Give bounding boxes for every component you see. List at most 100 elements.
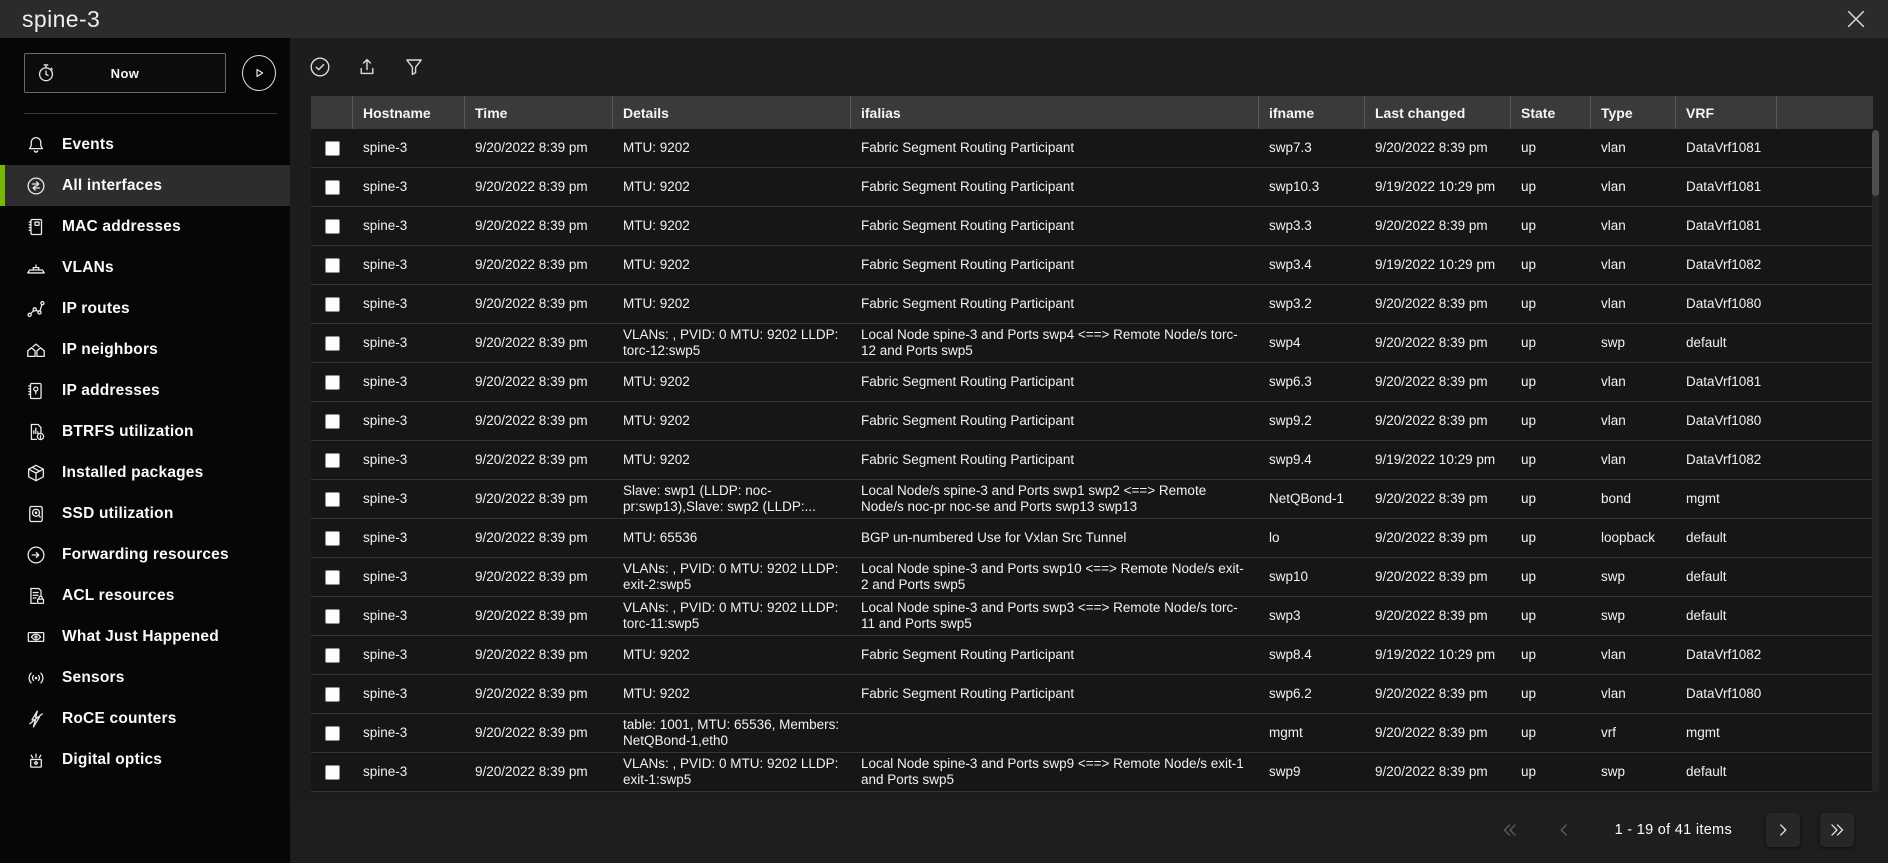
cell-ifname: swp7.3 — [1259, 129, 1365, 167]
prev-page-button[interactable] — [1547, 813, 1581, 847]
row-checkbox[interactable] — [325, 180, 340, 195]
row-checkbox[interactable] — [325, 648, 340, 663]
close-button[interactable] — [1838, 1, 1874, 37]
row-checkbox[interactable] — [325, 765, 340, 780]
table-row[interactable]: spine-39/20/2022 8:39 pmVLANs: , PVID: 0… — [311, 324, 1873, 363]
sidebar-item-ip-routes[interactable]: IP routes — [0, 288, 290, 329]
table-row[interactable]: spine-39/20/2022 8:39 pmMTU: 9202Fabric … — [311, 285, 1873, 324]
sidebar-item-acl-resources[interactable]: ACL resources — [0, 575, 290, 616]
row-checkbox[interactable] — [325, 609, 340, 624]
pagination-bar: 1 - 19 of 41 items — [290, 804, 1888, 856]
cell-ifname: lo — [1259, 519, 1365, 557]
sidebar-item-events[interactable]: Events — [0, 124, 290, 165]
ssd-disk-icon — [25, 503, 47, 525]
sidebar-item-ip-addresses[interactable]: IP addresses — [0, 370, 290, 411]
sidebar-item-what-just-happened[interactable]: What Just Happened — [0, 616, 290, 657]
sidebar-item-btrfs-utilization[interactable]: BTRFS utilization — [0, 411, 290, 452]
sidebar-item-mac-addresses[interactable]: MAC addresses — [0, 206, 290, 247]
row-checkbox[interactable] — [325, 219, 340, 234]
filter-button[interactable] — [398, 51, 430, 83]
column-header-state[interactable]: State — [1511, 96, 1591, 129]
cell-filler — [1777, 168, 1873, 206]
row-checkbox[interactable] — [325, 453, 340, 468]
sidebar-item-roce-counters[interactable]: RoCE counters — [0, 698, 290, 739]
sidebar-item-installed-packages[interactable]: Installed packages — [0, 452, 290, 493]
cell-type: vlan — [1591, 129, 1676, 167]
table-header-row: HostnameTimeDetailsifaliasifnameLast cha… — [311, 96, 1873, 129]
table-row[interactable]: spine-39/20/2022 8:39 pmMTU: 9202Fabric … — [311, 402, 1873, 441]
row-checkbox[interactable] — [325, 336, 340, 351]
sidebar-item-sensors[interactable]: Sensors — [0, 657, 290, 698]
row-checkbox[interactable] — [325, 492, 340, 507]
row-checkbox[interactable] — [325, 570, 340, 585]
cell-hostname: spine-3 — [353, 441, 465, 479]
table-row[interactable]: spine-39/20/2022 8:39 pmMTU: 9202Fabric … — [311, 675, 1873, 714]
row-checkbox[interactable] — [325, 726, 340, 741]
next-page-button[interactable] — [1766, 813, 1800, 847]
row-checkbox[interactable] — [325, 414, 340, 429]
column-header-vrf[interactable]: VRF — [1676, 96, 1777, 129]
row-checkbox-cell — [311, 129, 353, 167]
cell-time: 9/20/2022 8:39 pm — [465, 636, 613, 674]
scrollbar-thumb[interactable] — [1872, 130, 1879, 196]
column-header-details[interactable]: Details — [613, 96, 851, 129]
time-now-button[interactable]: Now — [24, 53, 226, 93]
select-all-button[interactable] — [304, 51, 336, 83]
export-button[interactable] — [351, 51, 383, 83]
first-page-button[interactable] — [1493, 813, 1527, 847]
cell-filler — [1777, 597, 1873, 635]
last-page-button[interactable] — [1820, 813, 1854, 847]
row-checkbox[interactable] — [325, 375, 340, 390]
sidebar-item-vlans[interactable]: VLANs — [0, 247, 290, 288]
bell-icon — [25, 134, 47, 156]
table-row[interactable]: spine-39/20/2022 8:39 pmVLANs: , PVID: 0… — [311, 753, 1873, 792]
cell-time: 9/20/2022 8:39 pm — [465, 558, 613, 596]
cell-ifalias: Fabric Segment Routing Participant — [851, 246, 1259, 284]
table-row[interactable]: spine-39/20/2022 8:39 pmtable: 1001, MTU… — [311, 714, 1873, 753]
table-row[interactable]: spine-39/20/2022 8:39 pmMTU: 9202Fabric … — [311, 168, 1873, 207]
row-checkbox-cell — [311, 714, 353, 752]
table-row[interactable]: spine-39/20/2022 8:39 pmVLANs: , PVID: 0… — [311, 597, 1873, 636]
table-row[interactable]: spine-39/20/2022 8:39 pmMTU: 9202Fabric … — [311, 441, 1873, 480]
table-row[interactable]: spine-39/20/2022 8:39 pmMTU: 65536BGP un… — [311, 519, 1873, 558]
column-header-ifname[interactable]: ifname — [1259, 96, 1365, 129]
row-checkbox[interactable] — [325, 297, 340, 312]
table-row[interactable]: spine-39/20/2022 8:39 pmMTU: 9202Fabric … — [311, 129, 1873, 168]
column-header-type[interactable]: Type — [1591, 96, 1676, 129]
cell-filler — [1777, 636, 1873, 674]
row-checkbox-cell — [311, 558, 353, 596]
cell-type: vlan — [1591, 402, 1676, 440]
ip-pin-book-icon — [25, 380, 47, 402]
sidebar-item-ssd-utilization[interactable]: SSD utilization — [0, 493, 290, 534]
table-row[interactable]: spine-39/20/2022 8:39 pmMTU: 9202Fabric … — [311, 636, 1873, 675]
cell-type: swp — [1591, 753, 1676, 791]
row-checkbox[interactable] — [325, 258, 340, 273]
column-header-ifalias[interactable]: ifalias — [851, 96, 1259, 129]
table-row[interactable]: spine-39/20/2022 8:39 pmMTU: 9202Fabric … — [311, 246, 1873, 285]
table-row[interactable]: spine-39/20/2022 8:39 pmMTU: 9202Fabric … — [311, 207, 1873, 246]
sidebar-item-forwarding-resources[interactable]: Forwarding resources — [0, 534, 290, 575]
cell-time: 9/20/2022 8:39 pm — [465, 207, 613, 245]
row-checkbox[interactable] — [325, 531, 340, 546]
vertical-scrollbar[interactable] — [1872, 130, 1879, 792]
table-row[interactable]: spine-39/20/2022 8:39 pmMTU: 9202Fabric … — [311, 363, 1873, 402]
cell-details: Slave: swp1 (LLDP: noc-pr:swp13),Slave: … — [613, 480, 851, 518]
cell-last_changed: 9/20/2022 8:39 pm — [1365, 519, 1511, 557]
sidebar-item-digital-optics[interactable]: Digital optics — [0, 739, 290, 780]
stopwatch-icon — [35, 62, 57, 87]
table-row[interactable]: spine-39/20/2022 8:39 pmSlave: swp1 (LLD… — [311, 480, 1873, 519]
table-row[interactable]: spine-39/20/2022 8:39 pmVLANs: , PVID: 0… — [311, 558, 1873, 597]
cell-last_changed: 9/20/2022 8:39 pm — [1365, 402, 1511, 440]
cell-details: VLANs: , PVID: 0 MTU: 9202 LLDP: exit-1:… — [613, 753, 851, 791]
row-checkbox[interactable] — [325, 141, 340, 156]
play-button[interactable] — [242, 55, 276, 91]
cell-time: 9/20/2022 8:39 pm — [465, 480, 613, 518]
sidebar-item-label: Installed packages — [62, 464, 203, 482]
column-header-last_changed[interactable]: Last changed — [1365, 96, 1511, 129]
sidebar-item-all-interfaces[interactable]: All interfaces — [0, 165, 290, 206]
cell-ifname: swp3.2 — [1259, 285, 1365, 323]
row-checkbox[interactable] — [325, 687, 340, 702]
column-header-hostname[interactable]: Hostname — [353, 96, 465, 129]
sidebar-item-ip-neighbors[interactable]: IP neighbors — [0, 329, 290, 370]
column-header-time[interactable]: Time — [465, 96, 613, 129]
